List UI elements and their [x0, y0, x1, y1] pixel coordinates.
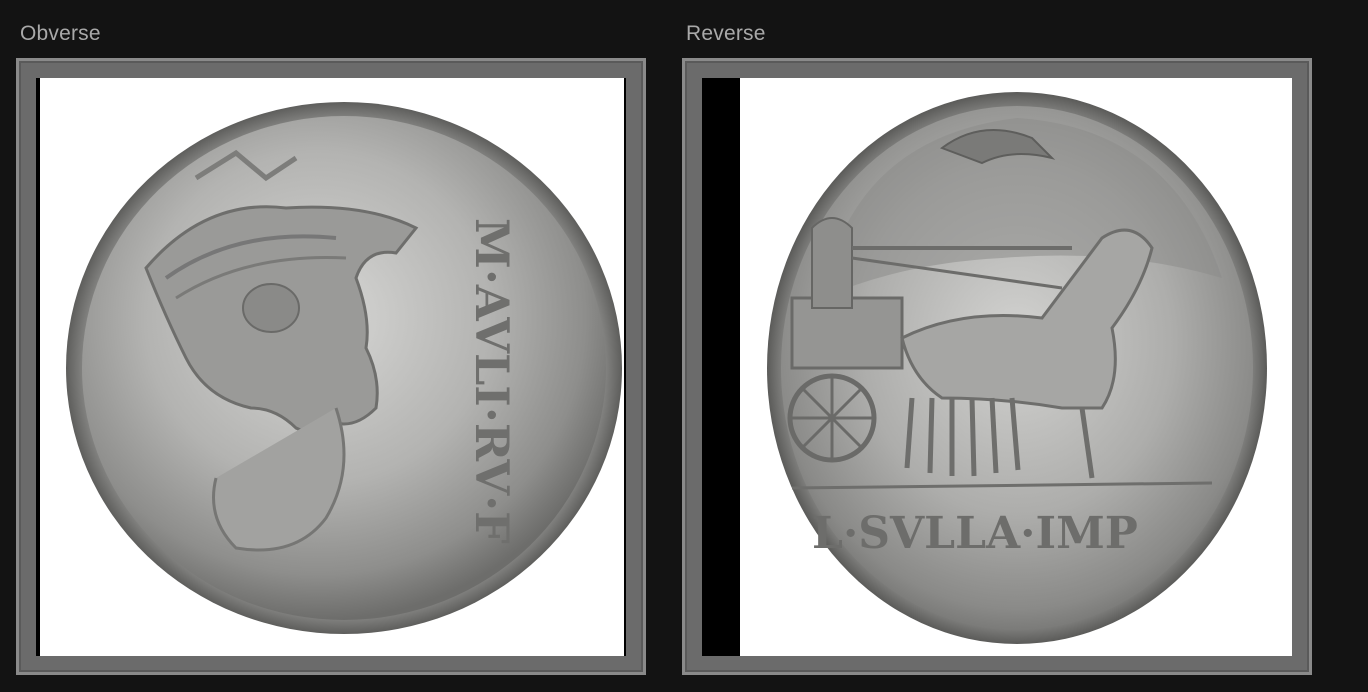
- obverse-image[interactable]: M·AVLI·RV·F: [36, 78, 626, 656]
- obverse-panel: Obverse M·AVLI·RV·F: [0, 0, 646, 692]
- reverse-legend: L·SVLLA·IMP: [812, 508, 1138, 559]
- obverse-frame: M·AVLI·RV·F: [16, 58, 646, 675]
- coin-reverse-image: L·SVLLA·IMP: [740, 78, 1292, 656]
- reverse-panel: Reverse L·SVLLA·IMP: [666, 0, 1312, 692]
- obverse-legend: M·AVLI·RV·F: [465, 218, 519, 544]
- coin-obverse-image: M·AVLI·RV·F: [40, 78, 624, 656]
- reverse-label: Reverse: [686, 22, 766, 45]
- reverse-image[interactable]: L·SVLLA·IMP: [702, 78, 1292, 656]
- obverse-label: Obverse: [20, 22, 101, 45]
- reverse-frame: L·SVLLA·IMP: [682, 58, 1312, 675]
